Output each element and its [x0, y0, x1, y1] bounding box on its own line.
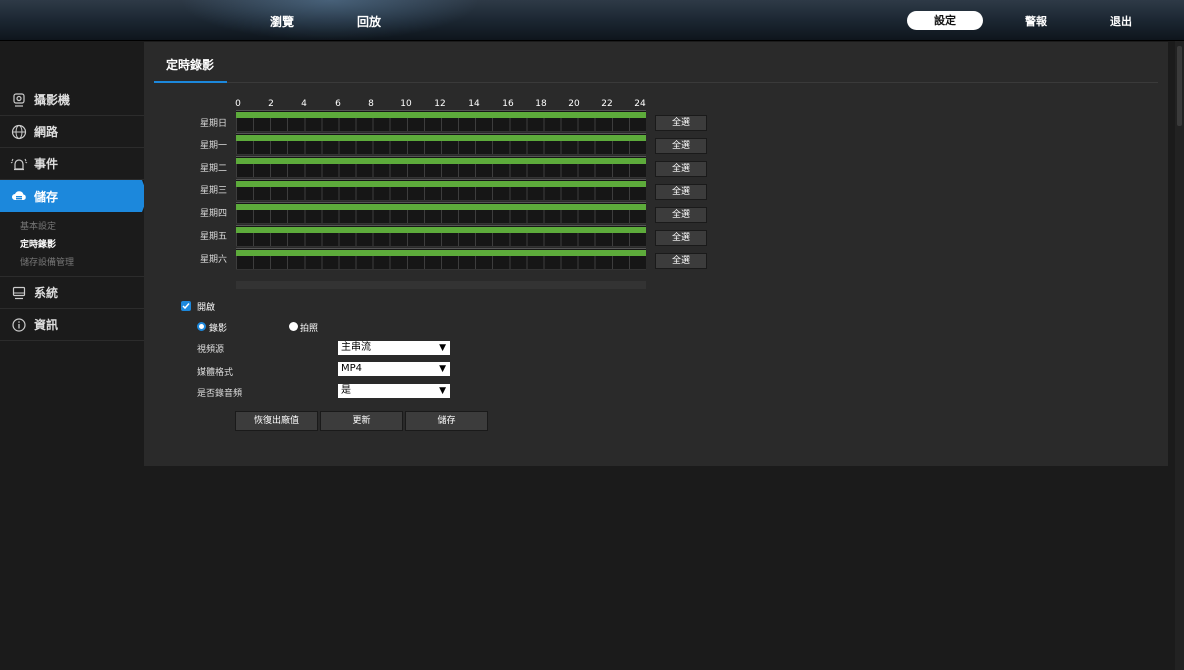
- radio-record[interactable]: [197, 322, 206, 331]
- sidebar: 攝影機 網路 事件 儲存 基本設定 定時錄影 儲存設備管理 系統 資訊: [0, 84, 150, 341]
- refresh-button[interactable]: 更新: [320, 411, 403, 431]
- top-bar-glow: [180, 0, 480, 41]
- top-bar: 瀏覽 回放 設定 警報 退出: [0, 0, 1184, 41]
- sidebar-item-camera[interactable]: 攝影機: [0, 84, 150, 116]
- hour-label: 12: [434, 99, 446, 109]
- schedule-bar-friday[interactable]: [236, 225, 646, 247]
- cloud-storage-icon: [10, 187, 28, 205]
- sidebar-item-system[interactable]: 系統: [0, 277, 150, 309]
- check-icon: [182, 303, 190, 310]
- schedule-grid: [236, 187, 646, 201]
- day-label-friday: 星期五: [200, 232, 228, 242]
- restore-defaults-button[interactable]: 恢復出廠值: [235, 411, 318, 431]
- video-source-label: 視頻源: [197, 345, 225, 355]
- day-label-wednesday: 星期三: [200, 186, 228, 196]
- hour-label: 6: [335, 99, 341, 109]
- chevron-down-icon: ▼: [439, 343, 446, 353]
- schedule-grid: [236, 256, 646, 270]
- schedule-scrollbar[interactable]: [236, 281, 646, 289]
- video-source-value: 主串流: [341, 342, 371, 353]
- hour-label: 22: [601, 99, 613, 109]
- day-label-thursday: 星期四: [200, 209, 228, 219]
- sidebar-item-event[interactable]: 事件: [0, 148, 150, 180]
- title-divider: [154, 82, 1158, 83]
- nav-settings[interactable]: 設定: [907, 11, 983, 30]
- alarm-bell-icon: [10, 155, 28, 173]
- media-format-label: 媒體格式: [197, 368, 234, 378]
- schedule-grid: [236, 118, 646, 132]
- hour-label: 14: [468, 99, 480, 109]
- schedule-grid: [236, 233, 646, 247]
- save-button[interactable]: 儲存: [405, 411, 488, 431]
- sidebar-item-label: 資訊: [34, 318, 59, 332]
- globe-icon: [10, 123, 28, 141]
- schedule-grid: [236, 210, 646, 224]
- sidebar-item-storage[interactable]: 儲存: [0, 180, 148, 212]
- radio-record-label: 錄影: [209, 324, 228, 334]
- sidebar-item-label: 攝影機: [34, 93, 71, 107]
- schedule-bar-saturday[interactable]: [236, 248, 646, 270]
- schedule-grid: [236, 141, 646, 155]
- select-all-button-saturday[interactable]: 全選: [655, 253, 707, 269]
- sidebar-item-label: 事件: [34, 157, 59, 171]
- schedule-bar-monday[interactable]: [236, 133, 646, 155]
- radio-snapshot-label: 拍照: [300, 324, 319, 334]
- video-source-select[interactable]: 主串流 ▼: [338, 341, 450, 355]
- select-all-button-monday[interactable]: 全選: [655, 138, 707, 154]
- page-scrollbar[interactable]: [1175, 41, 1184, 670]
- page-title: 定時錄影: [166, 58, 215, 72]
- sidebar-item-label: 儲存: [34, 189, 59, 204]
- hour-label: 2: [268, 99, 274, 109]
- select-all-button-wednesday[interactable]: 全選: [655, 184, 707, 200]
- schedule-bar-thursday[interactable]: [236, 202, 646, 224]
- camera-icon: [10, 91, 28, 109]
- enable-label: 開啟: [197, 303, 216, 313]
- hour-label: 4: [301, 99, 307, 109]
- submenu-basic-settings[interactable]: 基本設定: [0, 218, 150, 236]
- radio-snapshot[interactable]: [289, 322, 298, 331]
- sidebar-item-network[interactable]: 網路: [0, 116, 150, 148]
- hour-label: 0: [235, 99, 241, 109]
- media-format-select[interactable]: MP4 ▼: [338, 362, 450, 376]
- enable-checkbox[interactable]: [181, 301, 191, 311]
- scrollbar-thumb[interactable]: [1177, 46, 1182, 126]
- select-all-button-thursday[interactable]: 全選: [655, 207, 707, 223]
- select-all-button-friday[interactable]: 全選: [655, 230, 707, 246]
- nav-logout[interactable]: 退出: [1110, 13, 1132, 29]
- nav-alarm[interactable]: 警報: [1025, 13, 1047, 29]
- hour-label: 24: [634, 99, 646, 109]
- day-label-saturday: 星期六: [200, 255, 228, 265]
- chevron-down-icon: ▼: [439, 386, 446, 396]
- nav-browse[interactable]: 瀏覽: [270, 13, 294, 30]
- submenu-storage-device-management[interactable]: 儲存設備管理: [0, 254, 150, 272]
- record-audio-label: 是否錄音頻: [197, 389, 243, 399]
- media-format-value: MP4: [341, 363, 363, 374]
- hour-label: 18: [535, 99, 547, 109]
- chevron-down-icon: ▼: [439, 364, 446, 374]
- select-all-button-tuesday[interactable]: 全選: [655, 161, 707, 177]
- select-all-button-sunday[interactable]: 全選: [655, 115, 707, 131]
- day-label-monday: 星期一: [200, 141, 228, 151]
- sidebar-item-label: 網路: [34, 125, 59, 139]
- nav-playback[interactable]: 回放: [357, 13, 381, 30]
- schedule-bar-wednesday[interactable]: [236, 179, 646, 201]
- sidebar-item-label: 系統: [34, 286, 59, 300]
- monitor-icon: [10, 284, 28, 302]
- hour-label: 10: [400, 99, 412, 109]
- active-tab-underline: [154, 81, 227, 83]
- submenu-scheduled-recording[interactable]: 定時錄影: [0, 236, 150, 254]
- storage-submenu: 基本設定 定時錄影 儲存設備管理: [0, 212, 150, 277]
- record-audio-select[interactable]: 是 ▼: [338, 384, 450, 398]
- day-label-tuesday: 星期二: [200, 164, 228, 174]
- record-audio-value: 是: [341, 385, 351, 396]
- day-label-sunday: 星期日: [200, 119, 228, 129]
- schedule-bar-sunday[interactable]: [236, 110, 646, 132]
- sidebar-item-info[interactable]: 資訊: [0, 309, 150, 341]
- schedule-grid: [236, 164, 646, 178]
- hour-label: 16: [502, 99, 514, 109]
- info-icon: [10, 316, 28, 334]
- hour-label: 20: [568, 99, 580, 109]
- schedule-bar-tuesday[interactable]: [236, 156, 646, 178]
- hour-label: 8: [368, 99, 374, 109]
